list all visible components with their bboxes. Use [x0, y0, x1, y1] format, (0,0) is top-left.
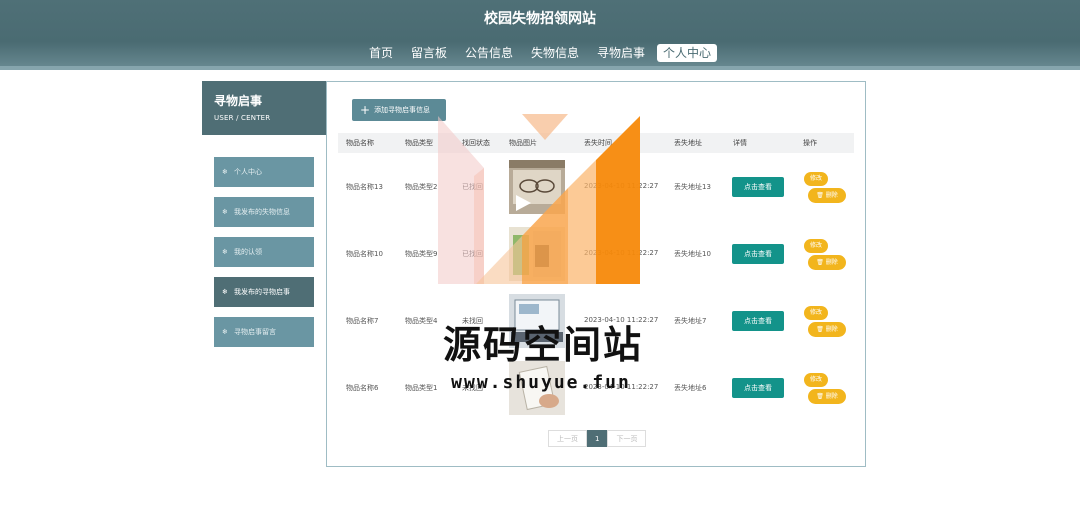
item-photo-glasses: [509, 160, 565, 214]
snowflake-icon: ❄: [222, 328, 228, 336]
snowflake-icon: ❄: [222, 208, 228, 216]
delete-label: 删除: [825, 326, 838, 333]
table-header: 物品名称 物品类型 找回状态 物品图片 丢失时间 丢失地址 详情 操作: [338, 133, 854, 153]
cell-type: 物品类型9: [405, 250, 438, 258]
sidebar-header: 寻物启事 USER / CENTER: [202, 81, 326, 135]
nav-home[interactable]: 首页: [363, 44, 399, 62]
trash-icon: 🗑: [816, 192, 826, 199]
header-divider: [0, 66, 1080, 70]
cell-name: 物品名称6: [346, 384, 379, 392]
th-time: 丢失时间: [584, 139, 612, 147]
next-page-button[interactable]: 下一页: [607, 430, 647, 447]
th-actions: 操作: [803, 139, 817, 147]
sidebar-item-my-lost-items[interactable]: ❄ 我发布的失物信息: [214, 197, 314, 227]
cell-time: 2023-04-10 11:22:27: [584, 316, 659, 324]
view-detail-button[interactable]: 点击查看: [732, 378, 784, 398]
site-title: 校园失物招领网站: [484, 11, 596, 27]
add-notice-button[interactable]: + 添加寻物启事信息: [352, 99, 446, 121]
pagination: 上一页 1 下一页: [548, 430, 647, 447]
table-row: 物品名称6 物品类型1 未找回 2023-04-10 11:22:27 丢失地址…: [338, 356, 854, 418]
item-photo-laptop: [509, 294, 565, 348]
th-name: 物品名称: [346, 139, 374, 147]
delete-label: 删除: [825, 259, 838, 266]
delete-label: 删除: [825, 393, 838, 400]
th-detail: 详情: [733, 139, 747, 147]
delete-button[interactable]: 🗑 删除: [808, 255, 846, 270]
cell-name: 物品名称13: [346, 183, 383, 191]
nav-user-center[interactable]: 个人中心: [657, 44, 718, 62]
cell-address: 丢失地址10: [674, 250, 711, 258]
nav-notices[interactable]: 公告信息: [459, 44, 519, 62]
view-detail-button[interactable]: 点击查看: [732, 311, 784, 331]
th-type: 物品类型: [405, 139, 433, 147]
edit-button[interactable]: 修改: [804, 172, 828, 186]
sidebar-subtitle: USER / CENTER: [214, 114, 271, 122]
cell-time: 2023-04-10 11:22:27: [584, 383, 659, 391]
snowflake-icon: ❄: [222, 168, 228, 176]
trash-icon: 🗑: [816, 259, 826, 266]
trash-icon: 🗑: [816, 393, 826, 400]
sidebar-title: 寻物启事: [214, 94, 263, 108]
cell-address: 丢失地址13: [674, 183, 711, 191]
item-photo-room: [509, 227, 565, 281]
cell-name: 物品名称10: [346, 250, 383, 258]
view-detail-button[interactable]: 点击查看: [732, 177, 784, 197]
cell-type: 物品类型4: [405, 317, 438, 325]
cell-name: 物品名称7: [346, 317, 379, 325]
delete-button[interactable]: 🗑 删除: [808, 188, 846, 203]
edit-button[interactable]: 修改: [804, 239, 828, 253]
delete-label: 删除: [825, 192, 838, 199]
sidebar-item-my-search-notices[interactable]: ❄ 我发布的寻物启事: [214, 277, 314, 307]
table-row: 物品名称7 物品类型4 未找回 2023-04-10 11:22:27 丢失地址…: [338, 289, 854, 351]
top-header: 校园失物招领网站 首页 留言板 公告信息 失物信息 寻物启事 个人中心: [0, 0, 1080, 70]
cell-status: 已找回: [462, 250, 483, 258]
sidebar-item-label: 个人中心: [234, 168, 262, 176]
edit-button[interactable]: 修改: [804, 373, 828, 387]
sidebar-item-label: 寻物启事留言: [234, 328, 276, 336]
trash-icon: 🗑: [816, 326, 826, 333]
cell-status: 已找回: [462, 183, 483, 191]
table-row: 物品名称10 物品类型9 已找回 2023-04-10 11:22:27 丢失地…: [338, 222, 854, 284]
cell-address: 丢失地址7: [674, 317, 707, 325]
nav-message-board[interactable]: 留言板: [405, 44, 453, 62]
view-detail-button[interactable]: 点击查看: [732, 244, 784, 264]
prev-page-button[interactable]: 上一页: [548, 430, 587, 447]
sidebar-item-label: 我发布的失物信息: [234, 208, 290, 216]
cell-time: 2023-04-10 11:22:27: [584, 182, 659, 190]
table-row: 物品名称13 物品类型2 已找回 2023-04-10 11:22:27 丢失地…: [338, 155, 854, 217]
sidebar-item-user-center[interactable]: ❄ 个人中心: [214, 157, 314, 187]
th-image: 物品图片: [509, 139, 537, 147]
add-notice-label: 添加寻物启事信息: [374, 106, 431, 114]
page-1-button[interactable]: 1: [587, 430, 608, 447]
sidebar-item-label: 我发布的寻物启事: [234, 288, 290, 296]
th-status: 找回状态: [462, 139, 490, 147]
edit-button[interactable]: 修改: [804, 306, 828, 320]
plus-icon: +: [360, 103, 371, 117]
nav-lost-items[interactable]: 失物信息: [525, 44, 585, 62]
cell-status: 未找回: [462, 317, 483, 325]
delete-button[interactable]: 🗑 删除: [808, 322, 846, 337]
cell-address: 丢失地址6: [674, 384, 707, 392]
sidebar-item-label: 我的认领: [234, 248, 262, 256]
cell-type: 物品类型1: [405, 384, 438, 392]
item-photo-book: [509, 361, 565, 415]
cell-status: 未找回: [462, 384, 483, 392]
snowflake-icon: ❄: [222, 248, 228, 256]
sidebar-item-notice-comments[interactable]: ❄ 寻物启事留言: [214, 317, 314, 347]
th-address: 丢失地址: [674, 139, 702, 147]
cell-time: 2023-04-10 11:22:27: [584, 249, 659, 257]
main-nav: 首页 留言板 公告信息 失物信息 寻物启事 个人中心: [0, 44, 1080, 62]
nav-search-notices[interactable]: 寻物启事: [591, 44, 651, 62]
snowflake-icon: ❄: [222, 288, 228, 296]
delete-button[interactable]: 🗑 删除: [808, 389, 846, 404]
cell-type: 物品类型2: [405, 183, 438, 191]
sidebar-item-my-claims[interactable]: ❄ 我的认领: [214, 237, 314, 267]
